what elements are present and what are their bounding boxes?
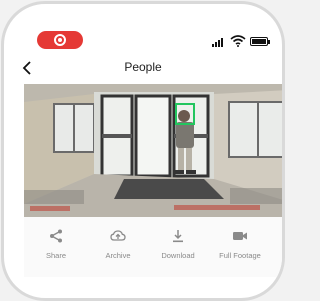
download-label: Download	[161, 251, 195, 260]
download-icon	[173, 230, 183, 243]
video-camera-icon	[233, 232, 247, 240]
cellular-signal-icon	[212, 37, 226, 47]
nav-bar: People	[4, 56, 282, 82]
status-bar	[4, 4, 282, 49]
share-button[interactable]: Share	[24, 229, 88, 260]
archive-button[interactable]: Archive	[86, 229, 150, 260]
battery-icon	[250, 37, 270, 46]
action-toolbar: Share Archive Download Full Footage	[24, 217, 282, 277]
wifi-icon	[230, 35, 246, 47]
cloud-upload-icon	[110, 230, 126, 241]
video-frame[interactable]	[24, 84, 282, 217]
download-button[interactable]: Download	[146, 229, 210, 260]
camera-snapshot	[24, 84, 282, 217]
phone-frame: People Share Archive Download Full Foota…	[1, 1, 285, 301]
share-icon	[50, 229, 62, 243]
page-title: People	[124, 60, 162, 74]
share-label: Share	[45, 251, 66, 260]
full-footage-label: Full Footage	[219, 251, 261, 260]
archive-label: Archive	[105, 251, 131, 260]
recording-indicator[interactable]	[37, 31, 83, 49]
full-footage-button[interactable]: Full Footage	[208, 229, 272, 260]
record-icon	[54, 34, 66, 46]
